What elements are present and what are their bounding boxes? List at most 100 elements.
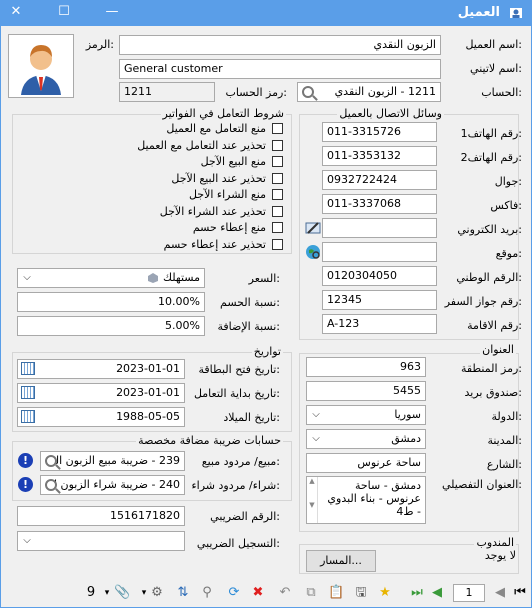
copy-icon[interactable]: ⧉ bbox=[304, 586, 318, 600]
invoice-term-label: تحذير عند الشراء الآجل bbox=[159, 204, 266, 218]
settings-dropdown-icon[interactable]: ▾ bbox=[137, 586, 151, 600]
customer-name-input[interactable]: الزبون النقدي bbox=[119, 35, 441, 55]
latin-name-input[interactable]: General customer bbox=[119, 59, 441, 79]
latin-name-label: اسم لاتيني: bbox=[470, 62, 522, 75]
contact-group-title: وسائل الاتصال بالعميل bbox=[337, 107, 444, 120]
city-label: المدينة: bbox=[487, 434, 522, 447]
tax-number-input[interactable]: 1516171820 bbox=[17, 506, 185, 526]
invoice-term-checkbox[interactable] bbox=[272, 156, 283, 167]
first-record-icon[interactable]: ⏮ bbox=[513, 586, 527, 600]
prev-record-icon[interactable]: ◀ bbox=[493, 586, 507, 600]
passport-label: رقم جواز السفر: bbox=[444, 295, 522, 308]
detailed-address-textarea[interactable]: دمشق - ساحة عرنوس - بناء البدوي - ط4 bbox=[306, 476, 426, 524]
pobox-label: صندوق بريد: bbox=[464, 386, 522, 399]
undo-icon[interactable]: ↶ bbox=[278, 586, 292, 600]
country-label: الدولة: bbox=[491, 410, 522, 423]
phone2-label: رقم الهاتف2: bbox=[460, 151, 522, 164]
invoice-term-checkbox[interactable] bbox=[272, 123, 283, 134]
fax-input[interactable]: 011-3337068 bbox=[322, 194, 437, 214]
warning-icon[interactable]: ! bbox=[18, 477, 33, 492]
sales-vat-input[interactable]: 239 - ضريبة مبيع الزبون الن bbox=[40, 451, 185, 471]
account-value: 1211 - الزبون النقدي bbox=[334, 85, 436, 98]
phone2-input[interactable]: 011-3353132 bbox=[322, 146, 437, 166]
star-icon[interactable]: ★ bbox=[378, 586, 392, 600]
start-date-input[interactable]: 2023-01-01 bbox=[17, 383, 185, 403]
calendar-icon[interactable] bbox=[21, 386, 35, 399]
paste-icon[interactable]: 📋 bbox=[328, 586, 344, 600]
birth-date-value: 1988-05-05 bbox=[116, 410, 180, 423]
residence-input[interactable]: A-123 bbox=[322, 314, 437, 334]
invoice-term-checkbox[interactable] bbox=[272, 205, 283, 217]
country-select[interactable]: ⌵ سوريا bbox=[306, 405, 426, 425]
discount-label: نسبة الحسم: bbox=[220, 296, 280, 309]
chevron-down-icon: ⌵ bbox=[23, 272, 31, 283]
country-value: سوريا bbox=[394, 408, 421, 421]
warning-icon[interactable]: ! bbox=[18, 453, 33, 468]
delete-icon[interactable]: ✖ bbox=[251, 586, 265, 600]
card-date-input[interactable]: 2023-01-01 bbox=[17, 359, 185, 379]
attachment-icon[interactable]: 📎 bbox=[114, 586, 130, 600]
invoice-term-checkbox[interactable] bbox=[272, 139, 283, 151]
attachment-dropdown-icon[interactable]: ▾ bbox=[100, 586, 114, 600]
phone1-input[interactable]: 011-3315726 bbox=[322, 122, 437, 142]
route-button[interactable]: المسار... bbox=[306, 550, 376, 572]
tax-registration-select[interactable]: ⌵ bbox=[17, 531, 185, 551]
tax-registration-label: التسجيل الضريبي: bbox=[196, 537, 280, 550]
record-number-input[interactable]: 1 bbox=[453, 584, 485, 602]
account-input[interactable]: 1211 - الزبون النقدي bbox=[297, 82, 441, 102]
invoice-term-checkbox[interactable] bbox=[272, 222, 283, 233]
sales-vat-label: مبيع/ مردود مبيع: bbox=[201, 455, 280, 468]
passport-input[interactable]: 12345 bbox=[322, 290, 437, 310]
detailed-address-label: العنوان التفصيلي: bbox=[441, 478, 522, 491]
invoice-term-label: منع الشراء الآجل bbox=[188, 188, 266, 201]
purchase-vat-input[interactable]: 240 - ضريبة شراء الزبون ال bbox=[40, 475, 185, 495]
mobile-input[interactable]: 0932722424 bbox=[322, 170, 437, 190]
birth-date-input[interactable]: 1988-05-05 bbox=[17, 407, 185, 427]
email-input[interactable] bbox=[322, 218, 437, 238]
website-label: موقع: bbox=[495, 247, 522, 260]
area-code-input[interactable]: 963 bbox=[306, 357, 426, 377]
save-icon[interactable]: 🖫 bbox=[354, 586, 368, 600]
price-select[interactable]: ⌵ مستهلك bbox=[17, 268, 205, 288]
last-record-icon[interactable]: ⏭ bbox=[410, 586, 424, 600]
dates-group-title: تواريخ bbox=[251, 345, 283, 358]
calendar-icon[interactable] bbox=[21, 410, 35, 423]
chevron-down-icon: ⌵ bbox=[312, 433, 320, 444]
search-icon[interactable] bbox=[45, 455, 57, 467]
website-input[interactable] bbox=[322, 242, 437, 262]
invoice-term-checkbox[interactable] bbox=[272, 238, 283, 250]
pobox-input[interactable]: 5455 bbox=[306, 381, 426, 401]
invoice-term-checkbox[interactable] bbox=[272, 189, 283, 200]
search-icon[interactable] bbox=[45, 479, 57, 491]
maximize-button[interactable]: ☐ bbox=[56, 4, 72, 20]
customer-photo[interactable] bbox=[8, 34, 74, 98]
settings-icon[interactable]: ⚙ bbox=[150, 586, 164, 600]
card-date-value: 2023-01-01 bbox=[116, 362, 180, 375]
invoice-term-label: منع التعامل مع العميل bbox=[166, 122, 266, 135]
globe-icon[interactable] bbox=[305, 244, 321, 260]
addition-input[interactable]: 5.00% bbox=[17, 316, 205, 336]
card-date-label: تاريخ فتح البطاقة: bbox=[198, 363, 280, 376]
national-id-input[interactable]: 0120304050 bbox=[322, 266, 437, 286]
calendar-icon[interactable] bbox=[21, 362, 35, 375]
binoculars-icon[interactable]: ⚲ bbox=[200, 586, 214, 600]
minimize-button[interactable]: — bbox=[104, 4, 120, 20]
sales-vat-value: 239 - ضريبة مبيع الزبون الن bbox=[47, 454, 180, 467]
email-icon[interactable] bbox=[305, 220, 321, 236]
price-label: السعر: bbox=[248, 272, 280, 285]
textarea-scrollbar[interactable]: ▲ ▼ bbox=[307, 477, 318, 523]
next-record-icon[interactable]: ◀ bbox=[430, 586, 444, 600]
birth-date-label: تاريخ الميلاد: bbox=[223, 411, 280, 424]
invoice-term-label: تحذير عند إعطاء حسم bbox=[163, 237, 266, 251]
invoice-term-checkbox[interactable] bbox=[272, 172, 283, 184]
refresh-icon[interactable]: ⟳ bbox=[227, 586, 241, 600]
street-input[interactable]: ساحة عرنوس bbox=[306, 453, 426, 473]
mobile-label: جوال: bbox=[494, 175, 522, 188]
close-button[interactable]: ✕ bbox=[8, 4, 24, 20]
invoice-term-label: منع إعطاء حسم bbox=[192, 221, 266, 234]
sort-icon[interactable]: ⇅ bbox=[176, 586, 190, 600]
price-value: مستهلك bbox=[162, 271, 200, 284]
search-icon[interactable] bbox=[302, 86, 314, 98]
discount-input[interactable]: 10.00% bbox=[17, 292, 205, 312]
city-select[interactable]: ⌵ دمشق bbox=[306, 429, 426, 449]
